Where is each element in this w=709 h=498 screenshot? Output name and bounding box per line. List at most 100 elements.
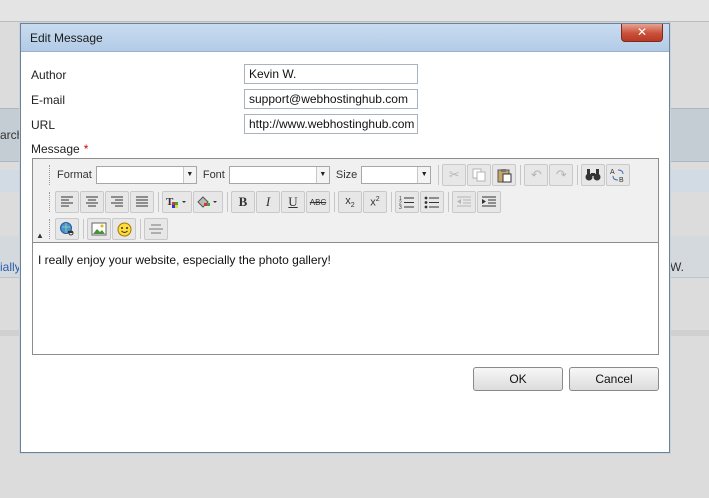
strikethrough-icon: ABC <box>309 197 327 207</box>
toolbar-row-3 <box>49 217 169 241</box>
close-button[interactable]: ✕ <box>621 24 663 42</box>
link-icon <box>60 222 74 236</box>
align-center-button[interactable] <box>80 191 104 213</box>
email-label: E-mail <box>31 93 66 107</box>
background-color-icon <box>197 196 217 208</box>
font-label: Font <box>202 169 225 181</box>
find-button[interactable] <box>581 164 606 186</box>
align-justify-icon <box>136 196 148 207</box>
toolbar-separator <box>448 192 449 212</box>
background-link-text[interactable]: ially <box>0 260 21 274</box>
required-marker: * <box>83 142 89 156</box>
email-input[interactable]: support@webhostinghub.com <box>244 89 418 109</box>
toolbar-separator <box>158 192 159 212</box>
dialog-titlebar[interactable]: Edit Message ✕ <box>21 24 669 52</box>
redo-icon: ↷ <box>555 167 567 182</box>
smiley-icon <box>117 222 131 236</box>
undo-button[interactable]: ↶ <box>524 164 549 186</box>
dialog-title: Edit Message <box>30 31 103 45</box>
background-color-button[interactable] <box>193 191 223 213</box>
horizontal-rule-button[interactable] <box>144 218 168 240</box>
background-top-bar <box>0 0 709 22</box>
chevron-down-icon: ▼ <box>417 167 431 183</box>
underline-button[interactable]: U <box>281 191 305 213</box>
align-justify-button[interactable] <box>130 191 154 213</box>
paste-button[interactable] <box>492 164 517 186</box>
toolbar-grip <box>49 219 52 239</box>
chevron-down-icon: ▼ <box>315 167 329 183</box>
link-button[interactable] <box>55 218 79 240</box>
image-icon <box>91 222 107 236</box>
toolbar-row-2: T B I U ABC x2 x2 123 <box>49 190 502 214</box>
editor-toolbar: Format ▼ Font ▼ Size ▼ ✂ ↶ ↷ A B T B I U… <box>33 159 658 243</box>
align-right-button[interactable] <box>105 191 129 213</box>
italic-icon: I <box>265 194 271 209</box>
numbered-list-button[interactable]: 123 <box>395 191 419 213</box>
bulleted-list-icon <box>424 196 439 209</box>
italic-button[interactable]: I <box>256 191 280 213</box>
indent-button[interactable] <box>477 191 501 213</box>
copy-button[interactable] <box>467 164 492 186</box>
horizontal-rule-icon <box>149 224 163 234</box>
toolbar-grip <box>49 165 52 185</box>
align-right-icon <box>111 196 123 207</box>
toolbar-row-1: Format ▼ Font ▼ Size ▼ ✂ ↶ ↷ A B <box>49 163 631 187</box>
toolbar-separator <box>140 219 141 239</box>
image-button[interactable] <box>87 218 111 240</box>
text-color-button[interactable]: T <box>162 191 192 213</box>
svg-text:A: A <box>610 169 615 176</box>
edit-message-dialog: Edit Message ✕ Author Kevin W. E-mail su… <box>20 23 670 453</box>
toolbar-separator <box>438 165 440 185</box>
indent-icon <box>482 196 496 207</box>
close-icon: ✕ <box>636 25 648 39</box>
cancel-button[interactable]: Cancel <box>569 367 659 391</box>
collapse-toolbar-icon[interactable]: ▲ <box>36 231 44 240</box>
replace-icon: AB <box>610 169 624 183</box>
font-select[interactable]: ▼ <box>228 166 330 184</box>
smiley-button[interactable] <box>112 218 136 240</box>
message-label-text: Message <box>31 142 80 156</box>
bold-button[interactable]: B <box>231 191 255 213</box>
superscript-button[interactable]: x2 <box>363 191 387 213</box>
toolbar-grip <box>49 192 52 212</box>
strikethrough-button[interactable]: ABC <box>306 191 330 213</box>
toolbar-separator <box>83 219 84 239</box>
svg-text:B: B <box>619 177 624 183</box>
url-label: URL <box>31 118 56 132</box>
size-label: Size <box>335 169 358 181</box>
cut-button[interactable]: ✂ <box>442 164 467 186</box>
format-select[interactable]: ▼ <box>95 166 197 184</box>
message-content[interactable]: I really enjoy your website, especially … <box>38 253 654 267</box>
url-input[interactable]: http://www.webhostinghub.com <box>244 114 418 134</box>
superscript-icon: x2 <box>370 195 380 209</box>
size-select[interactable]: ▼ <box>361 166 432 184</box>
find-icon <box>585 169 601 181</box>
svg-text:3: 3 <box>399 205 402 209</box>
chevron-down-icon: ▼ <box>182 167 196 183</box>
align-left-button[interactable] <box>55 191 79 213</box>
author-label: Author <box>31 68 67 82</box>
author-input[interactable]: Kevin W. <box>244 64 418 84</box>
align-left-icon <box>61 196 73 207</box>
undo-icon: ↶ <box>530 167 542 182</box>
ok-button[interactable]: OK <box>473 367 563 391</box>
underline-icon: U <box>288 194 298 209</box>
rich-text-editor: Format ▼ Font ▼ Size ▼ ✂ ↶ ↷ A B T B I U… <box>32 158 659 355</box>
bulleted-list-button[interactable] <box>420 191 444 213</box>
bold-icon: B <box>238 194 248 209</box>
paste-icon <box>497 168 512 182</box>
subscript-button[interactable]: x2 <box>338 191 362 213</box>
replace-button[interactable]: AB <box>606 164 631 186</box>
cut-icon: ✂ <box>448 167 460 182</box>
outdent-icon <box>457 196 471 207</box>
message-label: Message * <box>31 142 88 156</box>
redo-button[interactable]: ↷ <box>549 164 574 186</box>
outdent-button[interactable] <box>452 191 476 213</box>
subscript-icon: x2 <box>345 194 355 210</box>
background-author-text: W. <box>670 260 684 274</box>
toolbar-separator <box>391 192 392 212</box>
toolbar-separator <box>520 165 522 185</box>
align-center-icon <box>86 196 98 207</box>
copy-icon <box>472 168 486 182</box>
toolbar-separator <box>334 192 335 212</box>
